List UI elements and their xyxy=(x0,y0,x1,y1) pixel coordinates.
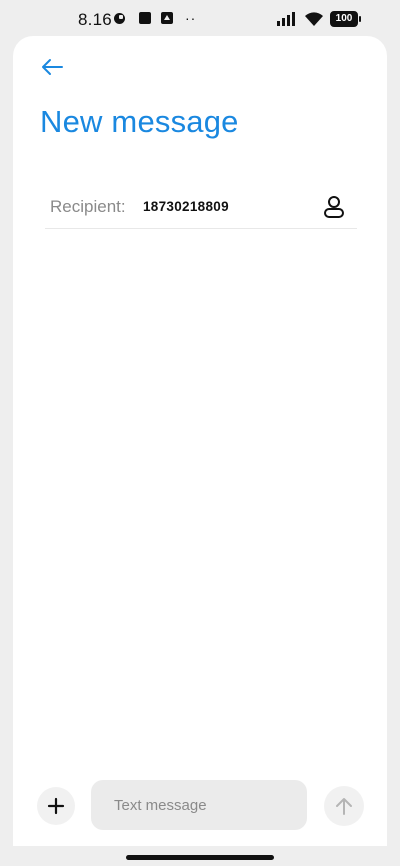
person-icon xyxy=(324,196,344,218)
page-title: New message xyxy=(40,104,239,139)
send-button[interactable] xyxy=(324,786,364,826)
message-input[interactable] xyxy=(91,780,307,830)
recipient-label: Recipient: xyxy=(50,197,126,216)
wifi-icon xyxy=(305,11,323,26)
home-indicator[interactable] xyxy=(126,855,274,860)
back-button[interactable] xyxy=(39,54,65,80)
battery-icon: 100 xyxy=(330,11,361,27)
arrow-up-icon xyxy=(336,798,352,815)
recipient-field[interactable]: Recipient: 18730218809 xyxy=(45,188,357,229)
plus-icon xyxy=(47,797,65,815)
signal-icon xyxy=(277,12,295,26)
message-card: New message Recipient: 18730218809 xyxy=(13,36,387,776)
contacts-button[interactable] xyxy=(321,193,347,221)
status-right-icons: 100 xyxy=(276,11,361,27)
add-attachment-button[interactable] xyxy=(37,787,75,825)
status-bar: 8.16 ·· 100 xyxy=(0,0,400,36)
more-notifications-indicator: ·· xyxy=(185,10,197,26)
recipient-number[interactable]: 18730218809 xyxy=(143,199,229,214)
battery-level: 100 xyxy=(335,13,353,24)
arrow-left-icon xyxy=(42,59,63,75)
notification-icons: ·· xyxy=(114,10,197,26)
pie-notification-icon xyxy=(114,12,125,24)
square-notification-icon xyxy=(139,12,151,24)
composer-bar xyxy=(13,766,387,846)
upload-notification-icon xyxy=(161,12,173,24)
status-time: 8.16 xyxy=(78,10,112,29)
